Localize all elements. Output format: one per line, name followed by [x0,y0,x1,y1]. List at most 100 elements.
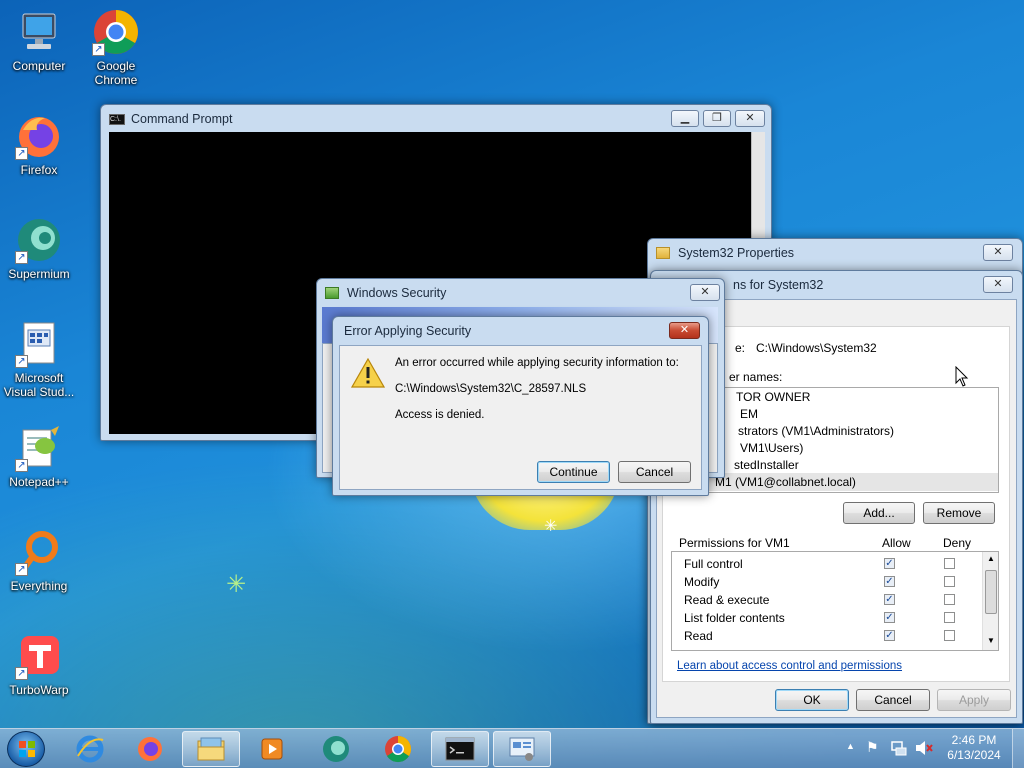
start-button[interactable] [7,731,45,767]
permission-name: Modify [684,575,720,589]
network-icon[interactable] [890,739,908,760]
cancel-button[interactable]: Cancel [856,689,930,711]
desktop-icon-everything[interactable]: ↗ Everything [1,528,77,593]
properties-titlebar[interactable]: System32 Properties ✕ [648,239,1022,267]
minimize-button[interactable]: ▁ [671,110,699,127]
desktop-icon-label: Notepad++ [9,475,69,489]
deny-checkbox[interactable] [944,630,955,641]
chrome-icon: ↗ [92,8,140,56]
allow-checkbox[interactable]: ✓ [884,612,895,623]
desktop-icon-chrome[interactable]: ↗ Google Chrome [78,8,154,87]
group-list-item[interactable]: EM [740,407,758,421]
group-list-item[interactable]: TOR OWNER [736,390,810,404]
desktop-icon-turbowarp[interactable]: ↗ TurboWarp [1,632,77,697]
taskbar-chrome[interactable] [369,731,427,767]
group-list-item[interactable]: VM1\Users) [740,441,803,455]
deny-checkbox[interactable] [944,576,955,587]
action-center-flag-icon[interactable]: ⚑ [866,739,879,756]
deny-checkbox[interactable] [944,558,955,569]
error-cancel-button[interactable]: Cancel [618,461,691,483]
permission-row: Read & execute ✓ [672,592,982,610]
taskbar-security[interactable] [493,731,551,767]
shortcut-arrow-icon: ↗ [15,667,28,680]
show-hidden-icons-button[interactable]: ▲ [846,741,855,751]
taskbar-media-player[interactable] [243,731,301,767]
deny-checkbox[interactable] [944,612,955,623]
cmd-icon [445,737,475,761]
error-message-reason: Access is denied. [395,409,485,421]
supermium-icon [323,736,349,762]
windows-security-close-button[interactable]: ✕ [690,284,720,301]
object-name-label: e: [735,341,746,355]
shortcut-arrow-icon: ↗ [15,563,28,576]
shortcut-arrow-icon: ↗ [92,43,105,56]
ok-button[interactable]: OK [775,689,849,711]
continue-button[interactable]: Continue [537,461,610,483]
permission-name: Read [684,629,713,643]
permissions-scrollbar[interactable]: ▲ ▼ [982,552,998,650]
taskbar-supermium[interactable] [307,731,365,767]
error-titlebar[interactable]: Error Applying Security ✕ [333,317,708,345]
desktop-icon-computer[interactable]: Computer [1,8,77,73]
taskbar-ie[interactable] [61,731,119,767]
show-desktop-button[interactable] [1012,729,1024,768]
permissions-list[interactable]: Full control ✓ Modify ✓ Read & execute ✓… [671,551,999,651]
error-close-button[interactable]: ✕ [669,322,700,339]
desktop-icon-supermium[interactable]: ↗ Supermium [1,216,77,281]
cmd-window-icon: C:\. [109,113,125,125]
restore-button[interactable]: ❐ [703,110,731,127]
desktop-icon-label: Supermium [8,267,70,281]
computer-icon [15,8,63,56]
firefox-icon [138,737,162,761]
error-dialog[interactable]: Error Applying Security ✕ An error occur… [332,316,709,496]
supermium-icon: ↗ [15,216,63,264]
taskbar-explorer[interactable] [182,731,240,767]
shortcut-arrow-icon: ↗ [15,355,28,368]
group-list-item[interactable]: stedInstaller [734,458,799,472]
permission-row: Modify ✓ [672,574,982,592]
learn-more-link[interactable]: Learn about access control and permissio… [677,660,902,672]
ie-icon [76,735,104,763]
apply-button[interactable]: Apply [937,689,1011,711]
desktop-icon-label: Computer [12,59,66,73]
remove-button[interactable]: Remove [923,502,995,524]
volume-muted-icon[interactable] [914,739,934,760]
allow-column-header: Allow [882,536,911,550]
allow-checkbox[interactable]: ✓ [884,576,895,587]
taskbar-cmd[interactable] [431,731,489,767]
desktop-icon-label: Microsoft Visual Stud... [3,371,75,399]
permission-row: Read ✓ [672,628,982,646]
chrome-icon [385,735,412,763]
group-list-item-label: M1 (VM1@collabnet.local) [715,475,856,489]
properties-title: System32 Properties [678,246,795,260]
desktop-icon-notepadpp[interactable]: ↗ Notepad++ [1,424,77,489]
permissions-header: Permissions for VM1 Allow Deny [671,535,999,551]
allow-checkbox[interactable]: ✓ [884,558,895,569]
wallpaper-sparkle: ✳ [544,518,558,535]
error-client: An error occurred while applying securit… [339,345,702,490]
desktop-icon-visual-studio[interactable]: ↗ Microsoft Visual Stud... [1,320,77,399]
shortcut-arrow-icon: ↗ [15,459,28,472]
properties-close-button[interactable]: ✕ [983,244,1013,261]
cmd-titlebar[interactable]: C:\. Command Prompt ▁ ❐ ✕ [101,105,771,133]
scroll-thumb[interactable] [985,570,997,614]
windows-security-titlebar[interactable]: Windows Security ✕ [317,279,724,307]
allow-checkbox[interactable]: ✓ [884,630,895,641]
permissions-close-button[interactable]: ✕ [983,276,1013,293]
permission-name: Read & execute [684,593,770,607]
wallpaper-sparkle: ✳ [226,571,247,598]
close-button[interactable]: ✕ [735,110,765,127]
group-list-item[interactable]: strators (VM1\Administrators) [738,424,894,438]
allow-checkbox[interactable]: ✓ [884,594,895,605]
clock[interactable]: 2:46 PM 6/13/2024 [942,733,1006,763]
deny-checkbox[interactable] [944,594,955,605]
error-message-path: C:\Windows\System32\C_28597.NLS [395,383,587,395]
add-button[interactable]: Add... [843,502,915,524]
scroll-down-icon[interactable]: ▼ [987,636,995,645]
taskbar-firefox[interactable] [121,731,179,767]
clock-date: 6/13/2024 [947,748,1001,762]
scroll-up-icon[interactable]: ▲ [987,554,995,563]
permission-row: List folder contents ✓ [672,610,982,628]
desktop-icon-firefox[interactable]: ↗ Firefox [1,112,77,177]
security-shield-icon [325,287,339,299]
